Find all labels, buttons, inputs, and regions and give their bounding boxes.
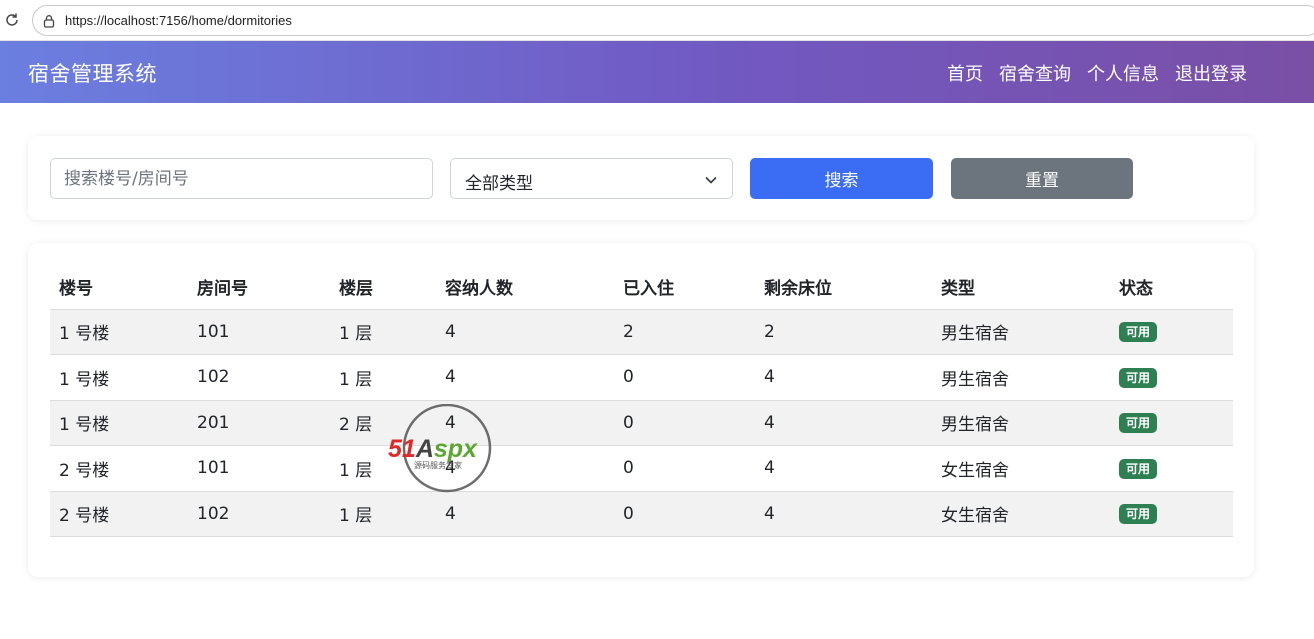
chevron-down-icon [705,176,717,184]
col-header-type[interactable]: 类型 [932,265,1110,310]
cell-building: 1 号楼 [50,400,188,446]
table-row[interactable]: 2 号楼 102 1 层 4 0 4 女生宿舍 可用 [50,491,1233,537]
cell-capacity: 4 [436,445,614,492]
status-badge: 可用 [1119,504,1158,525]
cell-building: 1 号楼 [50,309,188,355]
cell-building: 2 号楼 [50,445,188,492]
cell-floor: 1 层 [330,491,436,537]
cell-room: 101 [188,445,330,492]
dormitory-table-card: 楼号 房间号 楼层 容纳人数 已入住 剩余床位 类型 状态 1 号楼 101 1… [28,243,1254,577]
col-header-room[interactable]: 房间号 [188,265,330,310]
cell-occupied: 0 [614,491,755,537]
cell-type: 男生宿舍 [932,309,1110,355]
cell-type: 女生宿舍 [932,445,1110,492]
search-input[interactable] [50,158,433,199]
browser-address-bar: https://localhost:7156/home/dormitories [0,0,1314,41]
table-row[interactable]: 1 号楼 101 1 层 4 2 2 男生宿舍 可用 [50,309,1233,355]
nav-dormitory-search[interactable]: 宿舍查询 [999,60,1071,86]
cell-remaining: 4 [755,354,932,401]
url-text: https://localhost:7156/home/dormitories [65,13,292,28]
cell-status: 可用 [1110,309,1233,355]
col-header-occupied[interactable]: 已入住 [614,265,755,310]
table-row[interactable]: 2 号楼 101 1 层 4 0 4 女生宿舍 可用 [50,445,1233,492]
col-header-remaining[interactable]: 剩余床位 [755,265,932,310]
cell-type: 男生宿舍 [932,400,1110,446]
col-header-floor[interactable]: 楼层 [330,265,436,310]
cell-occupied: 2 [614,309,755,355]
cell-type: 女生宿舍 [932,491,1110,537]
lock-icon[interactable] [42,14,56,28]
cell-building: 2 号楼 [50,491,188,537]
type-select[interactable]: 全部类型 [450,158,733,199]
cell-occupied: 0 [614,445,755,492]
nav-logout[interactable]: 退出登录 [1175,60,1247,86]
status-badge: 可用 [1119,458,1158,479]
cell-floor: 1 层 [330,309,436,355]
cell-room: 102 [188,354,330,401]
cell-building: 1 号楼 [50,354,188,401]
table-row[interactable]: 1 号楼 102 1 层 4 0 4 男生宿舍 可用 [50,354,1233,401]
cell-room: 102 [188,491,330,537]
cell-room: 101 [188,309,330,355]
cell-occupied: 0 [614,400,755,446]
cell-capacity: 4 [436,491,614,537]
col-header-status[interactable]: 状态 [1110,265,1233,310]
cell-type: 男生宿舍 [932,354,1110,401]
cell-remaining: 4 [755,445,932,492]
cell-remaining: 2 [755,309,932,355]
col-header-capacity[interactable]: 容纳人数 [436,265,614,310]
reset-button[interactable]: 重置 [951,158,1133,199]
cell-floor: 2 层 [330,400,436,446]
nav-home[interactable]: 首页 [947,60,983,86]
cell-capacity: 4 [436,309,614,355]
table-header-row: 楼号 房间号 楼层 容纳人数 已入住 剩余床位 类型 状态 [50,265,1233,310]
cell-capacity: 4 [436,400,614,446]
cell-remaining: 4 [755,491,932,537]
cell-status: 可用 [1110,445,1233,492]
cell-status: 可用 [1110,354,1233,401]
url-field[interactable]: https://localhost:7156/home/dormitories [32,5,1314,36]
col-header-building[interactable]: 楼号 [50,265,188,310]
search-button[interactable]: 搜索 [750,158,933,199]
type-select-value: 全部类型 [465,174,533,194]
cell-status: 可用 [1110,400,1233,446]
cell-status: 可用 [1110,491,1233,537]
app-header: 宿舍管理系统 首页 宿舍查询 个人信息 退出登录 [0,41,1314,103]
status-badge: 可用 [1119,413,1158,434]
cell-occupied: 0 [614,354,755,401]
cell-capacity: 4 [436,354,614,401]
status-badge: 可用 [1119,367,1158,388]
reload-icon[interactable] [4,12,20,28]
cell-floor: 1 层 [330,445,436,492]
cell-floor: 1 层 [330,354,436,401]
search-card: 全部类型 搜索 重置 [28,136,1254,220]
nav-profile[interactable]: 个人信息 [1087,60,1159,86]
cell-remaining: 4 [755,400,932,446]
dormitory-table: 楼号 房间号 楼层 容纳人数 已入住 剩余床位 类型 状态 1 号楼 101 1… [50,265,1233,537]
top-nav: 首页 宿舍查询 个人信息 退出登录 [947,60,1247,86]
table-row[interactable]: 1 号楼 201 2 层 4 0 4 男生宿舍 可用 [50,400,1233,446]
brand-title[interactable]: 宿舍管理系统 [28,58,157,88]
cell-room: 201 [188,400,330,446]
status-badge: 可用 [1119,322,1158,343]
